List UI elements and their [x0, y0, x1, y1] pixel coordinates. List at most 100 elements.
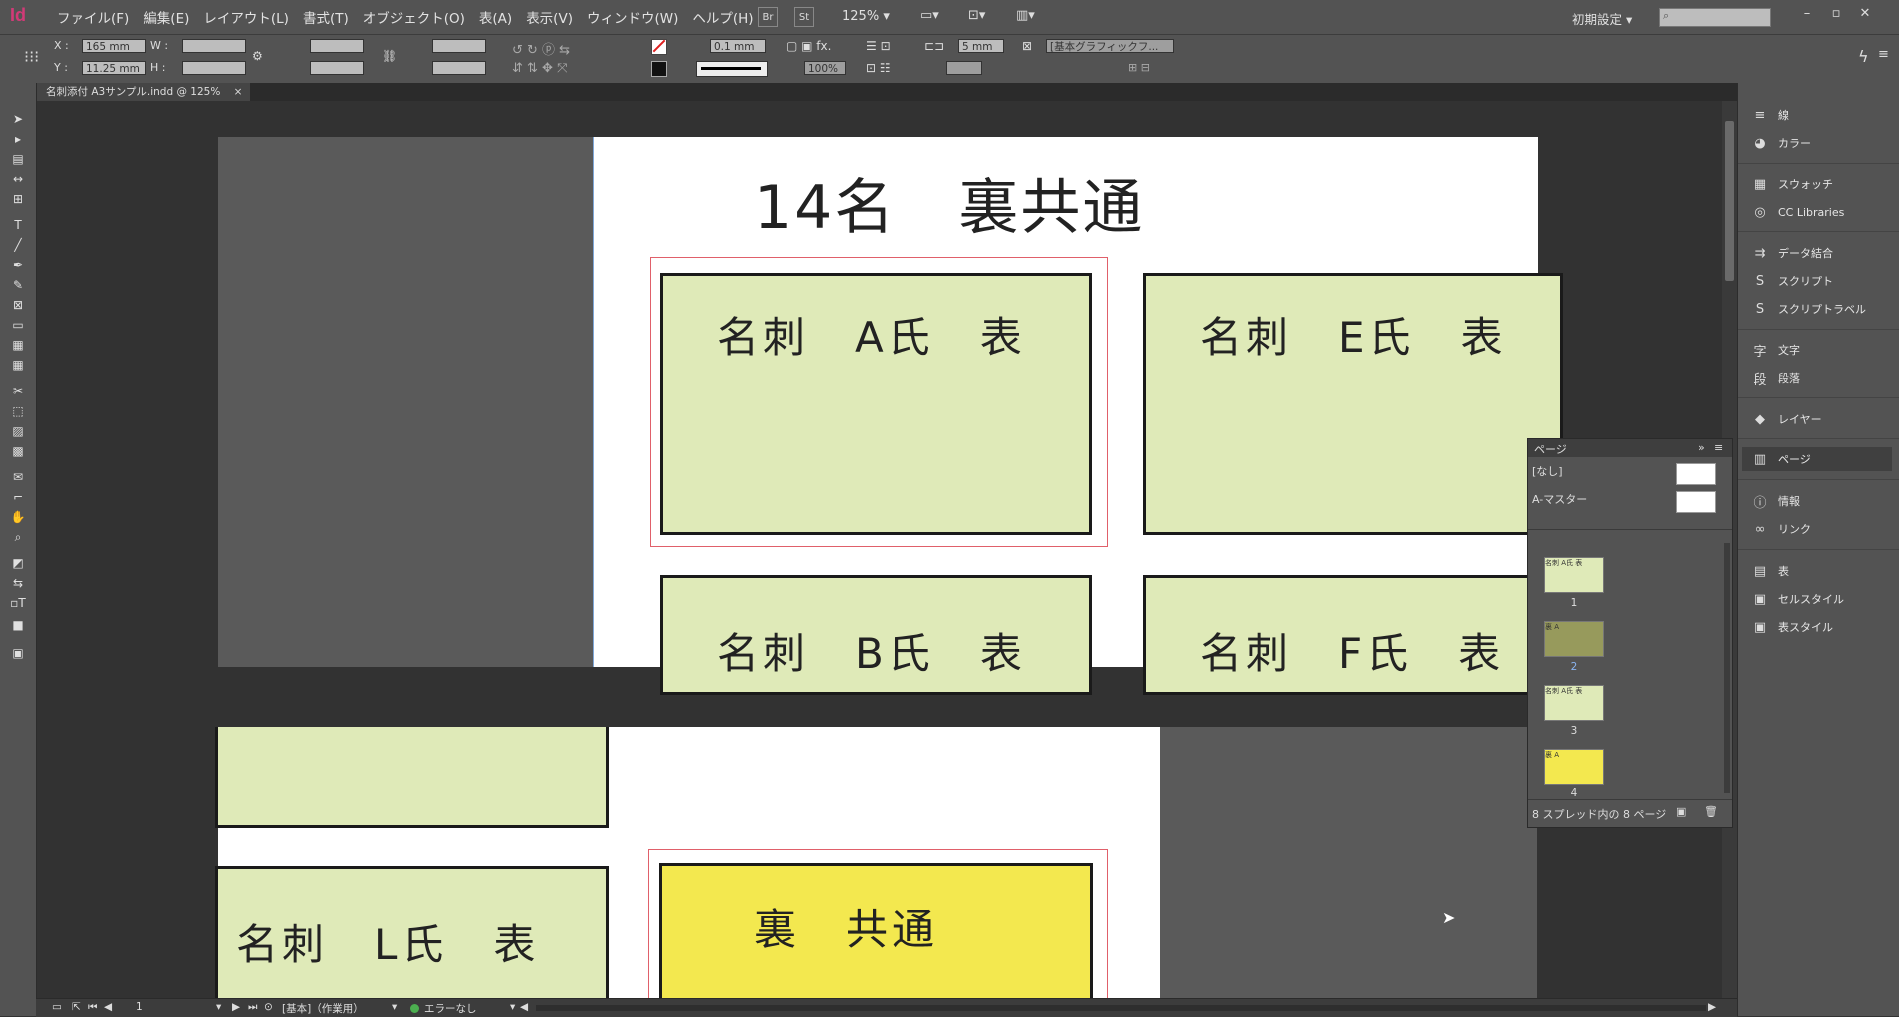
fill-swatch[interactable]: [651, 39, 667, 55]
page-thumbnail-4[interactable]: 裏 A: [1544, 749, 1604, 785]
master-status[interactable]: [基本]（作業用）: [282, 1001, 364, 1016]
view-options-icon[interactable]: ▭▾: [920, 8, 939, 23]
rotate-field[interactable]: [432, 39, 486, 53]
link-scale-icon[interactable]: ⛓: [382, 49, 397, 63]
maximize-icon[interactable]: ▫: [1824, 6, 1848, 26]
card-frame[interactable]: 名刺 F氏 表: [1143, 575, 1563, 695]
dock-item-paragraph[interactable]: 段段落: [1742, 366, 1892, 390]
panel-menu-icon[interactable]: ≡: [1714, 441, 1723, 454]
doc-status-icon[interactable]: ⊙: [264, 1001, 273, 1013]
rotate-buttons-icon[interactable]: ↺ ↻ ⓟ ⇆: [512, 39, 570, 58]
menu-object[interactable]: オブジェクト(O): [356, 7, 472, 27]
document-canvas[interactable]: 14名 裏共通 名刺 A氏 表 名刺 E氏 表 名刺 B氏 表 名刺 F氏 表 …: [37, 101, 1722, 998]
menu-type[interactable]: 書式(T): [296, 7, 356, 27]
stock-button[interactable]: St: [794, 7, 814, 27]
menu-file[interactable]: ファイル(F): [50, 7, 136, 27]
open-in-window-icon[interactable]: ⇱: [72, 1001, 81, 1013]
w-field[interactable]: [182, 39, 246, 53]
page-tool-icon[interactable]: ▤: [10, 151, 26, 167]
align-icons[interactable]: ⊡ ☷: [866, 61, 891, 75]
dock-item-cc-libraries[interactable]: ◎ CC Libraries: [1742, 200, 1892, 224]
pages-panel-header[interactable]: ページ » ≡: [1528, 439, 1732, 457]
y-field[interactable]: 11.25 mm: [82, 61, 146, 75]
swap-fill-stroke-icon[interactable]: ⇆: [10, 575, 26, 591]
corner-options-select[interactable]: [946, 61, 982, 75]
dock-item-character[interactable]: 字文字: [1742, 338, 1892, 362]
page-thumbnail-2[interactable]: 裏 A: [1544, 621, 1604, 657]
card-frame[interactable]: 名刺 L氏 表: [215, 866, 609, 998]
page-spread-1[interactable]: 14名 裏共通 名刺 A氏 表 名刺 E氏 表 名刺 B氏 表 名刺 F氏 表: [593, 137, 1563, 695]
rectangle-tool-icon[interactable]: ▭: [10, 317, 26, 333]
frame-fitting-icon[interactable]: ⊏⊐: [924, 39, 944, 53]
last-page-icon[interactable]: ⏭: [248, 1001, 257, 1014]
gradient-feather-tool-icon[interactable]: ▩: [10, 443, 26, 459]
scale-x-field[interactable]: [310, 39, 364, 53]
previous-page-icon[interactable]: ◀: [104, 1001, 112, 1013]
direct-selection-tool-icon[interactable]: ▸: [10, 131, 26, 147]
reference-point-icon[interactable]: ⁝⁝⁝: [24, 47, 48, 71]
horizontal-scrollbar[interactable]: [536, 1005, 1706, 1011]
selection-tool-icon[interactable]: ➤: [10, 111, 26, 127]
dock-item-data-merge[interactable]: ⇉ データ結合: [1742, 241, 1892, 265]
dock-item-table-styles[interactable]: ▣ 表スタイル: [1742, 615, 1892, 639]
hand-tool-icon[interactable]: ✋: [10, 509, 26, 525]
stroke-type-select[interactable]: [696, 61, 768, 77]
dock-item-color[interactable]: ◕ カラー: [1742, 131, 1892, 155]
tab-close-button[interactable]: ×: [234, 86, 243, 98]
dock-item-stroke[interactable]: ≡ 線: [1742, 103, 1892, 127]
page-thumbnail-3[interactable]: 名刺 A氏 表: [1544, 685, 1604, 721]
scissors-tool-icon[interactable]: ✂: [10, 383, 26, 399]
dock-item-info[interactable]: ⓘ 情報: [1742, 489, 1892, 513]
gap-tool-icon[interactable]: ↔: [10, 171, 26, 187]
arrange-documents-icon[interactable]: ▥▾: [1016, 8, 1035, 23]
card-frame[interactable]: [215, 727, 609, 828]
shear-field[interactable]: [432, 61, 486, 75]
eyedropper-tool-icon[interactable]: ⌐: [10, 489, 26, 505]
menu-window[interactable]: ウィンドウ(W): [580, 7, 685, 27]
fill-stroke-icon[interactable]: ◩: [10, 555, 26, 571]
page-thumbnail-1[interactable]: 名刺 A氏 表: [1544, 557, 1604, 593]
menu-layout[interactable]: レイアウト(L): [196, 7, 296, 27]
screen-mode-tool-icon[interactable]: ▣: [10, 645, 26, 661]
flip-buttons-icon[interactable]: ⇵ ⇅ ✥ ⤧: [512, 61, 567, 76]
panel-scrollbar[interactable]: [1724, 543, 1730, 793]
preflight-status[interactable]: エラーなし: [424, 1001, 477, 1016]
scrollbar-thumb[interactable]: [1725, 121, 1734, 281]
menu-edit[interactable]: 編集(E): [136, 7, 196, 27]
next-page-icon[interactable]: ▶: [232, 1001, 240, 1013]
preview-mode-icon[interactable]: ▭: [52, 1001, 62, 1013]
workspace-select[interactable]: 初期設定 ▾: [1572, 9, 1632, 28]
stroke-swatch[interactable]: [651, 61, 667, 77]
dock-item-table[interactable]: ▤ 表: [1742, 559, 1892, 583]
chevron-down-icon[interactable]: ▾: [392, 1001, 397, 1013]
dock-item-cell-styles[interactable]: ▣ セルスタイル: [1742, 587, 1892, 611]
rectangle-frame-tool-icon[interactable]: ⊠: [10, 297, 26, 313]
minimize-icon[interactable]: –: [1795, 6, 1819, 26]
page-select-icon[interactable]: ▾: [216, 1001, 221, 1013]
card-frame[interactable]: 名刺 E氏 表: [1143, 273, 1563, 535]
grid-tool-icon[interactable]: ▦: [10, 357, 26, 373]
dock-item-links[interactable]: ∞ リンク: [1742, 517, 1892, 541]
table-tool-icon[interactable]: ▦: [10, 337, 26, 353]
stroke-weight-field[interactable]: 0.1 mm: [710, 39, 766, 53]
dock-item-swatches[interactable]: ▦ スウォッチ: [1742, 172, 1892, 196]
note-tool-icon[interactable]: ✉: [10, 469, 26, 485]
master-row[interactable]: [なし]: [1532, 463, 1726, 485]
document-tab[interactable]: 名刺添付 A3サンプル.indd @ 125% ×: [36, 83, 251, 101]
bridge-button[interactable]: Br: [758, 7, 778, 27]
page-number-field[interactable]: 1: [136, 1001, 143, 1013]
chevron-down-icon[interactable]: ▾: [510, 1001, 515, 1013]
card-frame[interactable]: 裏 共通: [659, 863, 1093, 998]
first-page-icon[interactable]: ⏮: [88, 1001, 97, 1014]
search-input[interactable]: ⌕: [1659, 8, 1771, 27]
close-icon[interactable]: ✕: [1853, 6, 1877, 26]
zoom-tool-icon[interactable]: ⌕: [10, 529, 26, 545]
x-field[interactable]: 165 mm: [82, 39, 146, 53]
scroll-right-icon[interactable]: ▶: [1708, 1001, 1716, 1013]
dock-item-layers[interactable]: ◆ レイヤー: [1742, 407, 1892, 431]
fitting-icons[interactable]: ▢ ▣ fx.: [786, 39, 831, 53]
dock-item-script-label[interactable]: S スクリプトラベル: [1742, 297, 1892, 321]
constrain-proportions-icon[interactable]: ⚙: [252, 49, 263, 63]
scale-y-field[interactable]: [310, 61, 364, 75]
menu-view[interactable]: 表示(V): [519, 7, 580, 27]
